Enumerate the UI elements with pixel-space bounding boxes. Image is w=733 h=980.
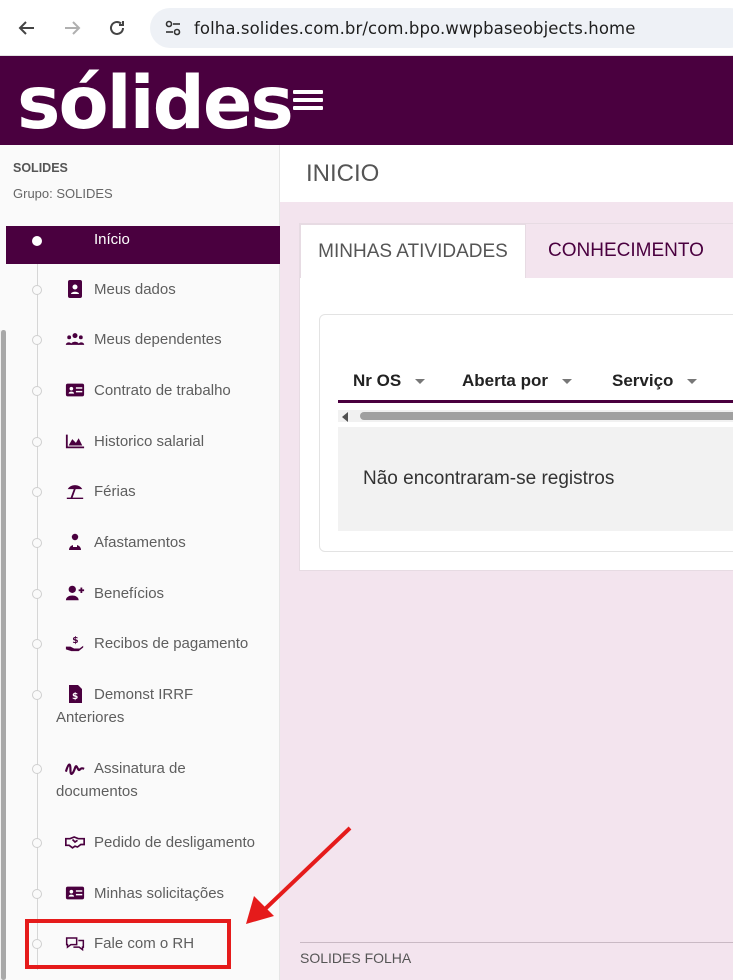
footer-text: SOLIDES FOLHA xyxy=(300,950,412,966)
sidebar-item-inicio[interactable]: Início xyxy=(6,226,280,264)
site-settings-icon[interactable] xyxy=(164,19,182,37)
company-name: SOLIDES xyxy=(13,161,68,175)
tree-node-dot xyxy=(32,589,42,599)
tree-node-dot xyxy=(32,335,42,345)
browser-toolbar: folha.solides.com.br/com.bpo.wwpbaseobje… xyxy=(0,0,733,56)
tab-minhas-atividades[interactable]: MINHAS ATIVIDADES xyxy=(300,224,526,278)
tree-node-dot xyxy=(32,236,42,246)
grid-header: Nr OS Aberta por Serviço xyxy=(338,363,733,403)
activities-panel: MINHAS ATIVIDADES CONHECIMENTO Nr OS Abe… xyxy=(299,223,733,571)
grid-horizontal-scrollbar[interactable] xyxy=(338,410,733,422)
sidebar-item-label: Demonst IRRF Anteriores xyxy=(56,686,194,726)
sidebar-item-label: Meus dependentes xyxy=(94,331,222,348)
sidebar-item-label: Meus dados xyxy=(94,281,176,298)
sidebar-item-label: Início xyxy=(94,231,130,248)
sidebar-item-meus-dados[interactable]: Meus dados xyxy=(6,278,280,302)
tree-node-dot xyxy=(32,386,42,396)
handshake-icon xyxy=(64,832,86,852)
tree-node-dot xyxy=(32,538,42,548)
people-group-icon xyxy=(64,329,86,349)
sidebar-item-irrf[interactable]: $ Demonst IRRF Anteriores xyxy=(6,683,280,731)
column-label: Serviço xyxy=(612,371,674,390)
scrollbar-thumb[interactable] xyxy=(360,412,733,420)
column-header-nr-os[interactable]: Nr OS xyxy=(353,371,426,391)
sidebar-item-label: Recibos de pagamento xyxy=(94,635,249,652)
user-plus-icon xyxy=(64,583,86,603)
sidebar-item-meus-dependentes[interactable]: Meus dependentes xyxy=(6,328,280,352)
sort-caret-icon[interactable] xyxy=(687,378,698,384)
page-header: INICIO xyxy=(280,145,733,202)
sidebar-item-ferias[interactable]: Férias xyxy=(6,480,280,504)
sidebar-item-label: Benefícios xyxy=(94,585,165,602)
hamburger-menu-icon[interactable] xyxy=(293,90,323,112)
tree-node-dot xyxy=(32,639,42,649)
tree-node-dot xyxy=(32,285,42,295)
sidebar-item-label: Minhas solicitações xyxy=(94,885,225,902)
sidebar-item-assinatura[interactable]: Assinatura de documentos xyxy=(6,757,280,805)
hand-money-icon: $ xyxy=(64,633,86,653)
sidebar-item-label: Historico salarial xyxy=(94,433,205,450)
injured-person-icon xyxy=(64,532,86,552)
sort-caret-icon[interactable] xyxy=(415,378,426,384)
annotation-arrow-icon xyxy=(246,826,352,924)
column-label: Nr OS xyxy=(353,371,402,390)
sidebar-item-label: Assinatura de documentos xyxy=(56,760,186,800)
tab-bar: MINHAS ATIVIDADES CONHECIMENTO xyxy=(300,224,733,278)
back-button[interactable] xyxy=(11,12,43,44)
tree-node-dot xyxy=(32,487,42,497)
contact-book-icon xyxy=(64,279,86,299)
beach-umbrella-icon xyxy=(64,481,86,501)
empty-message: Não encontraram-se registros xyxy=(363,468,615,489)
sidebar-item-historico-salarial[interactable]: Historico salarial xyxy=(6,430,280,454)
id-card-icon xyxy=(64,380,86,400)
id-card-icon xyxy=(64,883,86,903)
address-bar[interactable]: folha.solides.com.br/com.bpo.wwpbaseobje… xyxy=(150,8,733,48)
tree-node-dot xyxy=(32,764,42,774)
sidebar-item-afastamentos[interactable]: Afastamentos xyxy=(6,531,280,555)
reload-button[interactable] xyxy=(101,12,133,44)
sidebar-item-label: Afastamentos xyxy=(94,534,186,551)
sidebar-item-recibos[interactable]: $ Recibos de pagamento xyxy=(6,632,280,656)
sidebar-item-label: Contrato de trabalho xyxy=(94,382,231,399)
reload-icon xyxy=(110,20,124,35)
column-header-servico[interactable]: Serviço xyxy=(612,371,698,391)
column-header-aberta-por[interactable]: Aberta por xyxy=(462,371,572,391)
url-text: folha.solides.com.br/com.bpo.wwpbaseobje… xyxy=(194,18,636,38)
sidebar-item-beneficios[interactable]: Benefícios xyxy=(6,582,280,606)
tree-node-dot xyxy=(32,437,42,447)
tree-node-dot xyxy=(32,690,42,700)
activities-grid: Nr OS Aberta por Serviço Não encontraram… xyxy=(319,314,733,552)
app-header: sólides xyxy=(0,56,733,145)
sidebar-item-contrato[interactable]: Contrato de trabalho xyxy=(6,379,280,403)
sidebar-item-label: Férias xyxy=(94,483,136,500)
column-label: Aberta por xyxy=(462,371,548,390)
company-group: Grupo: SOLIDES xyxy=(13,186,113,201)
tree-node-dot xyxy=(32,838,42,848)
logo: sólides xyxy=(17,61,294,146)
arrow-left-icon xyxy=(18,21,34,35)
footer-divider xyxy=(300,942,733,943)
svg-text:$: $ xyxy=(72,636,78,646)
page-title: INICIO xyxy=(306,160,380,187)
forward-button[interactable] xyxy=(56,12,88,44)
scroll-left-icon[interactable] xyxy=(342,412,348,422)
area-chart-icon xyxy=(64,431,86,451)
arrow-right-icon xyxy=(65,21,81,35)
sort-caret-icon[interactable] xyxy=(561,378,572,384)
annotation-highlight-box xyxy=(25,919,231,969)
tree-node-dot xyxy=(32,889,42,899)
grid-empty-state: Não encontraram-se registros xyxy=(338,427,733,531)
tab-conhecimento[interactable]: CONHECIMENTO xyxy=(526,224,726,278)
